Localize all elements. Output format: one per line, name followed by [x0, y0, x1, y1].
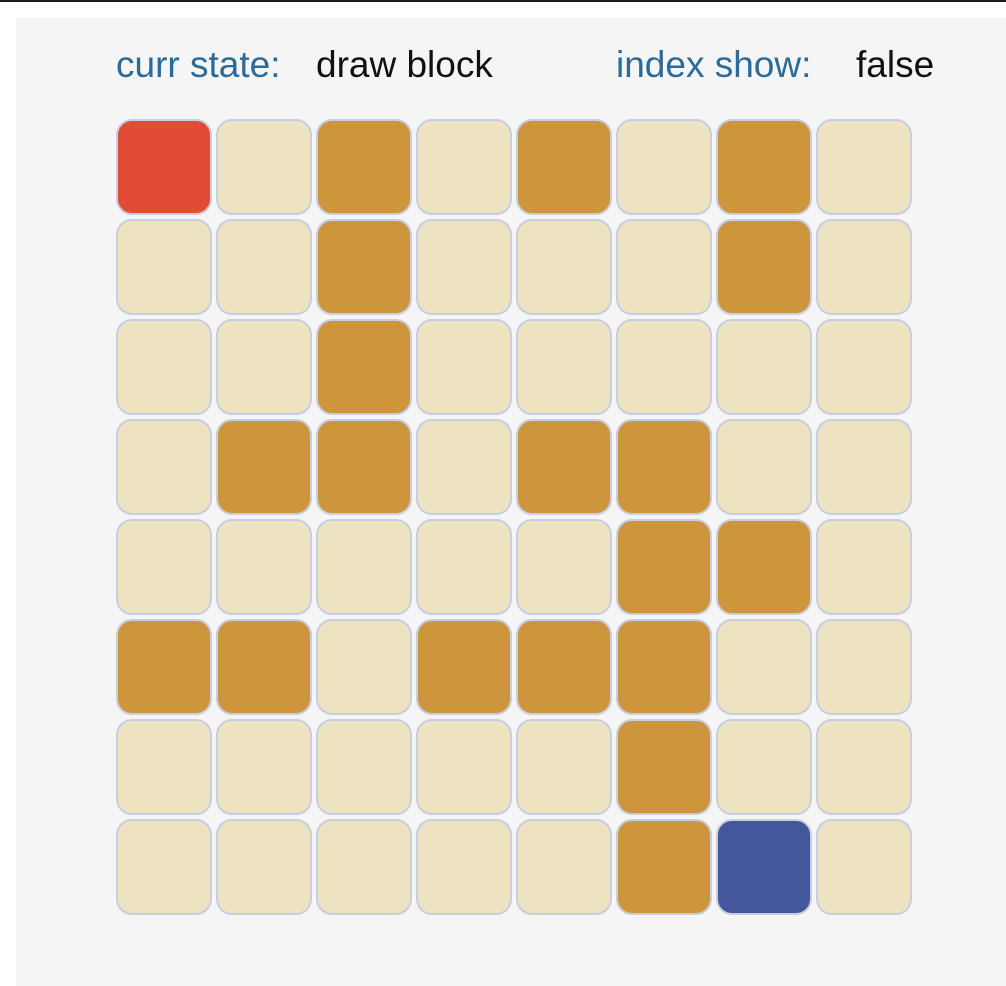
grid-cell-block[interactable] — [616, 519, 712, 615]
grid-cell-empty[interactable] — [616, 119, 712, 215]
grid-cell-empty[interactable] — [716, 419, 812, 515]
grid-cell-empty[interactable] — [416, 219, 512, 315]
grid-cell-empty[interactable] — [816, 119, 912, 215]
grid-cell-empty[interactable] — [216, 519, 312, 615]
grid-cell-empty[interactable] — [216, 819, 312, 915]
grid-cell-block[interactable] — [616, 819, 712, 915]
grid-cell-block[interactable] — [616, 719, 712, 815]
grid-cell-empty[interactable] — [816, 319, 912, 415]
grid-cell-empty[interactable] — [116, 219, 212, 315]
grid-cell-empty[interactable] — [516, 319, 612, 415]
grid-cell-empty[interactable] — [716, 619, 812, 715]
grid-cell-empty[interactable] — [516, 719, 612, 815]
grid-cell-empty[interactable] — [716, 319, 812, 415]
index-show-value: false — [856, 44, 935, 85]
grid-cell-empty[interactable] — [616, 219, 712, 315]
grid-cell-block[interactable] — [216, 619, 312, 715]
grid-cell-empty[interactable] — [216, 719, 312, 815]
index-show-label: index show: — [616, 44, 812, 85]
top-divider — [0, 0, 1006, 2]
grid-cell-end[interactable] — [716, 819, 812, 915]
grid-cell-empty[interactable] — [116, 819, 212, 915]
grid-cell-empty[interactable] — [416, 319, 512, 415]
grid-cell-empty[interactable] — [316, 819, 412, 915]
grid-cell-block[interactable] — [716, 519, 812, 615]
grid-cell-empty[interactable] — [816, 219, 912, 315]
grid-cell-block[interactable] — [316, 219, 412, 315]
grid-cell-block[interactable] — [516, 619, 612, 715]
grid-cell-block[interactable] — [216, 419, 312, 515]
grid-cell-empty[interactable] — [416, 819, 512, 915]
grid-cell-empty[interactable] — [116, 519, 212, 615]
grid-cell-start[interactable] — [116, 119, 212, 215]
grid-cell-empty[interactable] — [116, 419, 212, 515]
grid-cell-block[interactable] — [316, 419, 412, 515]
grid-cell-empty[interactable] — [516, 219, 612, 315]
grid-cell-empty[interactable] — [416, 419, 512, 515]
grid-cell-empty[interactable] — [116, 319, 212, 415]
grid-cell-block[interactable] — [716, 219, 812, 315]
grid-cell-empty[interactable] — [316, 519, 412, 615]
grid-cell-block[interactable] — [416, 619, 512, 715]
current-state-label: curr state: — [116, 44, 281, 85]
grid-cell-block[interactable] — [616, 619, 712, 715]
grid-cell-empty[interactable] — [816, 719, 912, 815]
grid-cell-empty[interactable] — [616, 319, 712, 415]
grid-cell-empty[interactable] — [216, 219, 312, 315]
grid-cell-empty[interactable] — [816, 519, 912, 615]
grid-cell-empty[interactable] — [416, 719, 512, 815]
grid-cell-empty[interactable] — [316, 619, 412, 715]
grid-cell-empty[interactable] — [716, 719, 812, 815]
grid-cell-empty[interactable] — [116, 719, 212, 815]
current-state-value: draw block — [316, 44, 493, 85]
grid-cell-block[interactable] — [516, 119, 612, 215]
grid-board — [115, 118, 917, 918]
grid-cell-empty[interactable] — [316, 719, 412, 815]
grid-cell-block[interactable] — [316, 319, 412, 415]
grid-cell-empty[interactable] — [416, 119, 512, 215]
grid-cell-empty[interactable] — [516, 519, 612, 615]
grid-cell-empty[interactable] — [416, 519, 512, 615]
grid-cell-block[interactable] — [316, 119, 412, 215]
grid-cell-empty[interactable] — [816, 619, 912, 715]
grid-cell-empty[interactable] — [816, 419, 912, 515]
grid-cell-empty[interactable] — [216, 319, 312, 415]
grid-cell-empty[interactable] — [216, 119, 312, 215]
grid-cell-block[interactable] — [516, 419, 612, 515]
grid-cell-block[interactable] — [116, 619, 212, 715]
grid-cell-empty[interactable] — [816, 819, 912, 915]
grid-cell-block[interactable] — [616, 419, 712, 515]
grid-cell-empty[interactable] — [516, 819, 612, 915]
grid-cell-block[interactable] — [716, 119, 812, 215]
